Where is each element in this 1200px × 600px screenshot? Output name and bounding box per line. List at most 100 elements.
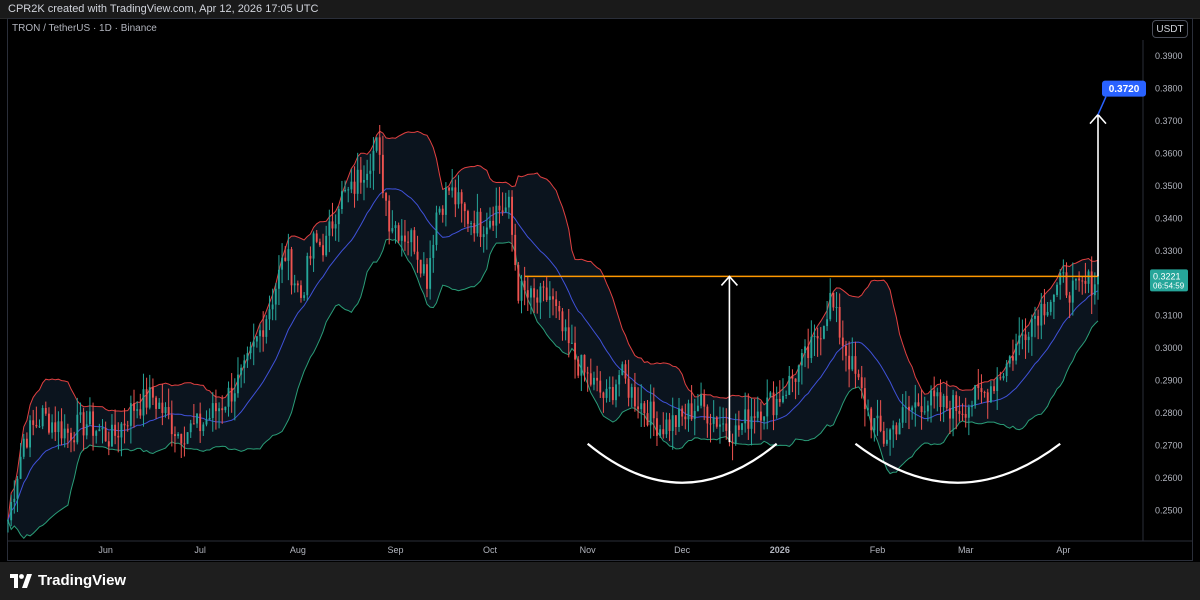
candle-body — [243, 360, 246, 368]
candle-body — [1081, 280, 1084, 282]
candle-body — [945, 395, 948, 409]
candle-body — [470, 223, 473, 225]
price-chart[interactable]: 0.3720 0.3900 0.3800 0.3700 0.3600 0.3500 0.3… — [0, 0, 1200, 600]
candle-body — [331, 221, 334, 229]
candle-body — [400, 235, 403, 241]
candle-body — [813, 336, 816, 338]
currency-button[interactable]: USDT — [1152, 20, 1188, 38]
candle-body — [476, 211, 479, 234]
candle-body — [369, 170, 372, 174]
candle-body — [712, 417, 715, 424]
candle-body — [54, 422, 57, 433]
candle-body — [977, 385, 980, 389]
candle-body — [435, 212, 438, 245]
x-tick-label: Jul — [194, 545, 206, 555]
candle-body — [980, 388, 983, 393]
candle-body — [753, 416, 756, 418]
candle-body — [495, 205, 498, 226]
candle-body — [939, 392, 942, 408]
x-tick-label: Apr — [1056, 545, 1070, 555]
candle-body — [948, 408, 951, 419]
candle-body — [366, 173, 369, 180]
tradingview-logo[interactable]: TradingView — [10, 572, 126, 589]
candle-body — [507, 196, 510, 208]
candle-body — [224, 406, 227, 411]
candle-body — [397, 225, 400, 241]
candle-body — [835, 306, 838, 308]
candle-body — [570, 342, 573, 344]
candle-body — [70, 432, 72, 441]
candle-body — [564, 327, 567, 332]
candle-body — [775, 398, 778, 416]
candle-body — [334, 224, 337, 229]
y-tick-label: 0.3500 — [1155, 181, 1183, 191]
candle-body — [482, 234, 485, 238]
candle-body — [388, 200, 391, 232]
candle-body — [38, 426, 41, 428]
candle-body — [177, 433, 180, 437]
y-tick-label: 0.3000 — [1155, 343, 1183, 353]
candle-body — [1011, 356, 1014, 361]
y-tick-label: 0.2900 — [1155, 376, 1183, 386]
candle-body — [98, 429, 101, 432]
candle-body — [725, 423, 728, 431]
candle-body — [82, 412, 85, 436]
candle-body — [214, 403, 217, 412]
candle-body — [750, 416, 753, 429]
candle-body — [363, 179, 365, 183]
candle-body — [589, 373, 592, 385]
candle-body — [501, 210, 504, 213]
candle-body — [432, 244, 435, 258]
candle-body — [690, 403, 693, 420]
y-tick-label: 0.3900 — [1155, 51, 1183, 61]
candle-body — [1059, 273, 1062, 285]
candle-body — [287, 249, 290, 261]
candle-body — [693, 411, 696, 420]
candle-body — [13, 498, 16, 503]
candle-body — [73, 440, 76, 443]
candle-body — [378, 137, 381, 155]
candle-body — [845, 345, 847, 356]
candle-body — [328, 221, 331, 236]
candle-body — [35, 424, 38, 427]
candle-body — [426, 264, 428, 289]
candle-body — [602, 392, 605, 398]
candle-body — [744, 409, 747, 424]
candle-body — [536, 297, 539, 303]
candle-body — [180, 433, 183, 444]
candle-body — [643, 403, 646, 414]
candle-body — [88, 411, 91, 425]
candle-body — [863, 388, 866, 410]
candle-body — [876, 415, 879, 419]
candle-body — [454, 187, 457, 205]
candle-body — [659, 429, 662, 436]
candle-body — [791, 375, 794, 379]
candle-body — [394, 225, 397, 229]
candle-body — [451, 187, 454, 191]
candle-body — [16, 478, 19, 499]
bollinger-fill — [8, 131, 1098, 539]
candle-body — [983, 392, 986, 394]
candle-body — [457, 192, 460, 205]
symbol-label: TRON / TetherUS · 1D · Binance — [12, 23, 157, 34]
candle-body — [826, 319, 829, 327]
candle-body — [989, 386, 992, 403]
candle-body — [104, 427, 107, 442]
candle-body — [756, 411, 759, 418]
candle-body — [246, 353, 249, 361]
candle-body — [624, 364, 627, 379]
candle-body — [684, 416, 687, 420]
candle-body — [611, 387, 614, 401]
candle-body — [539, 286, 542, 303]
candle-body — [618, 375, 621, 385]
candle-body — [344, 189, 347, 192]
candle-body — [1024, 334, 1027, 341]
candle-body — [794, 378, 797, 382]
candle-body — [1062, 272, 1065, 274]
candle-body — [208, 418, 211, 420]
candle-body — [908, 406, 910, 411]
candle-body — [196, 413, 198, 424]
candle-body — [930, 390, 932, 406]
candle-body — [151, 387, 154, 398]
candle-body — [577, 359, 580, 376]
